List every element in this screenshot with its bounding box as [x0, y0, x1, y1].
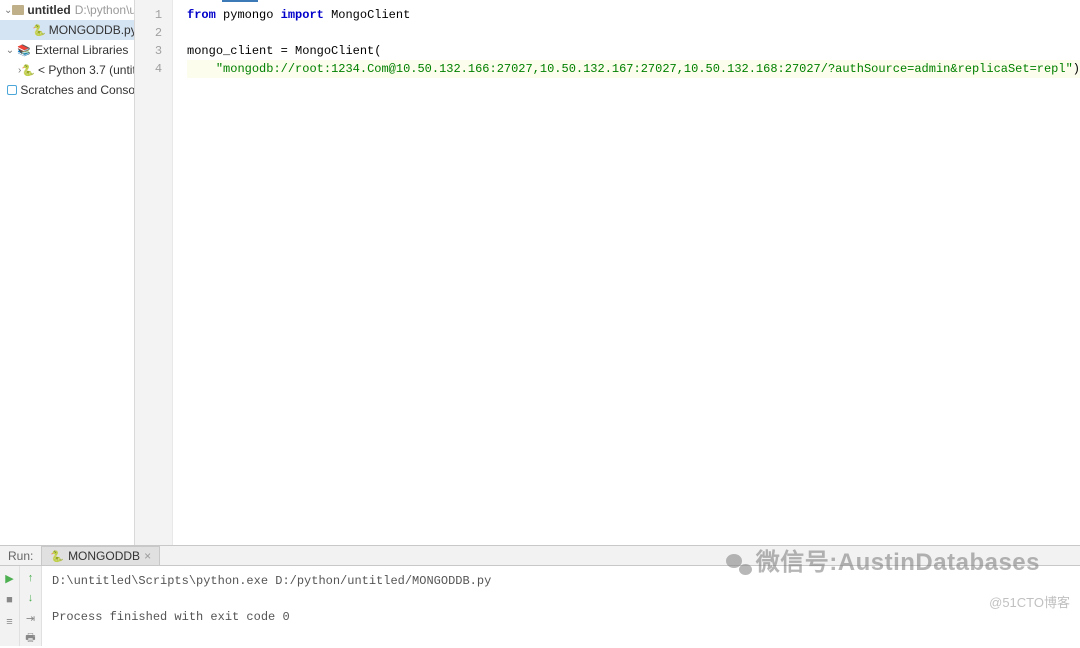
tree-label: < Python 3.7 (untitled) >: [38, 63, 135, 77]
run-tab-label: MONGODDB: [68, 549, 140, 563]
layout-icon[interactable]: ≡: [2, 614, 18, 630]
scroll-up-icon[interactable]: ↑: [23, 570, 39, 586]
python-file-icon: 🐍: [32, 22, 46, 38]
run-tab[interactable]: 🐍 MONGODDB ×: [41, 546, 160, 565]
tree-file-mongodb[interactable]: 🐍 MONGODDB.py: [0, 20, 134, 40]
scratches-icon: [7, 82, 17, 98]
line-number[interactable]: 2: [135, 24, 172, 42]
tree-label: MONGODDB.py: [49, 23, 135, 37]
chevron-down-icon[interactable]: ⌄: [4, 45, 16, 56]
chevron-down-icon[interactable]: ⌄: [4, 5, 12, 16]
code-line[interactable]: [187, 24, 1080, 42]
main-area: ⌄ untitled D:\python\untitled 🐍 MONGODDB…: [0, 0, 1080, 545]
console-line: [52, 590, 1070, 608]
tree-label: External Libraries: [35, 43, 128, 57]
line-gutter[interactable]: 1 2 3 4: [135, 0, 173, 545]
tree-scratches[interactable]: › Scratches and Consoles: [0, 80, 134, 100]
editor-area: 1 2 3 4 from pymongo import MongoClient …: [135, 0, 1080, 545]
tree-label: untitled: [27, 3, 70, 17]
tree-external-libraries[interactable]: ⌄ 📚 External Libraries: [0, 40, 134, 60]
run-tool-window: Run: 🐍 MONGODDB × ▶ ■ ≡ ↑ ↓ ⇥ 🖶 D:\untit…: [0, 545, 1080, 637]
console-line: D:\untitled\Scripts\python.exe D:/python…: [52, 572, 1070, 590]
python-file-icon: 🐍: [50, 550, 64, 563]
rerun-icon[interactable]: ▶: [2, 570, 18, 586]
line-number[interactable]: 3: [135, 42, 172, 60]
scroll-down-icon[interactable]: ↓: [23, 590, 39, 606]
close-icon[interactable]: ×: [144, 549, 151, 563]
line-number[interactable]: 1: [135, 6, 172, 24]
run-body: ▶ ■ ≡ ↑ ↓ ⇥ 🖶 D:\untitled\Scripts\python…: [0, 565, 1080, 646]
tree-label: Scratches and Consoles: [20, 83, 135, 97]
libraries-icon: 📚: [16, 42, 32, 58]
code-line[interactable]: "mongodb://root:1234.Com@10.50.132.166:2…: [187, 60, 1080, 78]
stop-icon[interactable]: ■: [2, 592, 18, 608]
tree-python-sdk[interactable]: › 🐍 < Python 3.7 (untitled) > D:\untitl: [0, 60, 134, 80]
print-icon[interactable]: 🖶: [23, 630, 39, 646]
tree-path: D:\python\untitled: [75, 3, 135, 17]
folder-icon: [12, 2, 24, 18]
project-sidebar[interactable]: ⌄ untitled D:\python\untitled 🐍 MONGODDB…: [0, 0, 135, 545]
python-icon: 🐍: [21, 62, 35, 78]
tree-root-folder[interactable]: ⌄ untitled D:\python\untitled: [0, 0, 134, 20]
run-label: Run:: [0, 549, 41, 563]
soft-wrap-icon[interactable]: ⇥: [23, 610, 39, 626]
run-toolbar-right: ↑ ↓ ⇥ 🖶: [20, 566, 42, 646]
run-tabbar: Run: 🐍 MONGODDB ×: [0, 546, 1080, 565]
run-toolbar-left: ▶ ■ ≡: [0, 566, 20, 646]
console-output[interactable]: D:\untitled\Scripts\python.exe D:/python…: [42, 566, 1080, 646]
code-line[interactable]: from pymongo import MongoClient: [187, 6, 1080, 24]
console-line: Process finished with exit code 0: [52, 608, 1070, 626]
code-editor[interactable]: from pymongo import MongoClient mongo_cl…: [173, 0, 1080, 545]
line-number[interactable]: 4: [135, 60, 172, 78]
code-line[interactable]: mongo_client = MongoClient(: [187, 42, 1080, 60]
